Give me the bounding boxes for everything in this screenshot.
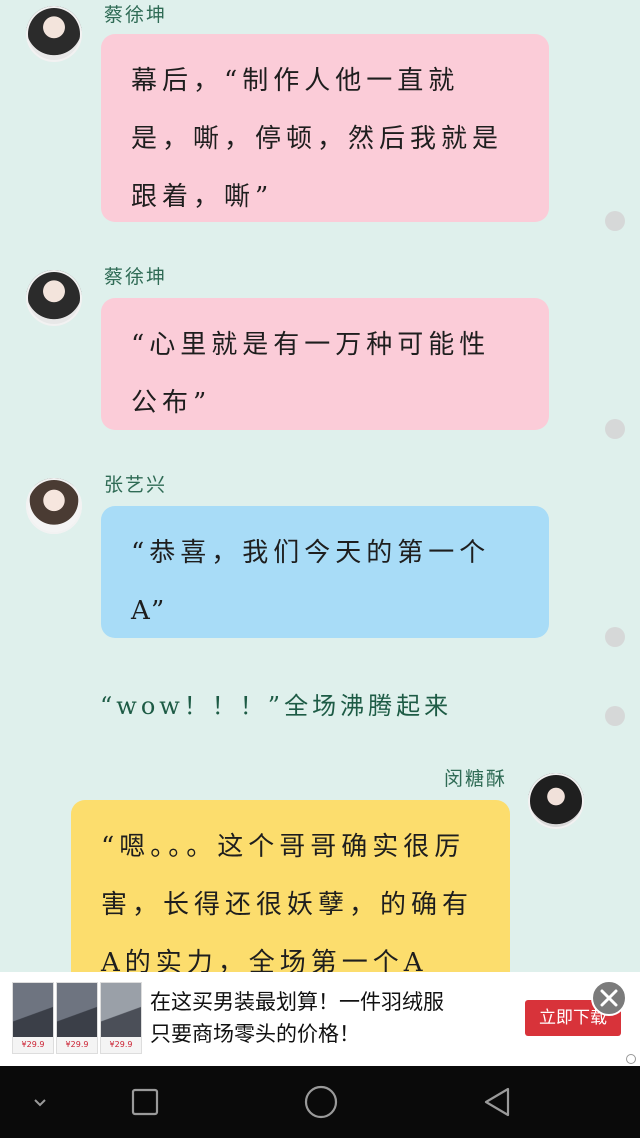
more-dot-icon[interactable] xyxy=(605,706,625,726)
ad-product-image[interactable]: ¥29.9 xyxy=(56,982,98,1054)
message-bubble[interactable]: “嗯。。。这个哥哥确实很厉害，长得还很妖孽，的确有A的实力，全场第一个A xyxy=(71,800,510,972)
sender-name: 张艺兴 xyxy=(104,474,168,496)
ad-price-tag: ¥29.9 xyxy=(57,1037,97,1053)
back-icon[interactable] xyxy=(482,1086,514,1118)
chevron-down-icon[interactable] xyxy=(32,1094,48,1110)
sender-name: 蔡徐坤 xyxy=(104,4,168,26)
ad-subline: 只要商场零头的价格！ xyxy=(150,1022,360,1046)
home-icon[interactable] xyxy=(304,1085,338,1119)
sender-name: 蔡徐坤 xyxy=(104,266,168,288)
message-bubble[interactable]: “心里就是有一万种可能性公布” xyxy=(101,298,549,430)
avatar-sender-3[interactable] xyxy=(26,478,82,534)
sender-name: 闵糖酥 xyxy=(444,768,508,790)
ad-price-tag: ¥29.9 xyxy=(101,1037,141,1053)
ad-product-image[interactable]: ¥29.9 xyxy=(100,982,142,1054)
more-dot-icon[interactable] xyxy=(605,419,625,439)
message-bubble[interactable]: “恭喜，我们今天的第一个A” xyxy=(101,506,549,638)
ad-banner[interactable]: ¥29.9 ¥29.9 ¥29.9 在这买男装最划算！一件羽绒服 只要商场零头的… xyxy=(0,972,640,1066)
avatar-sender-2[interactable] xyxy=(26,270,82,326)
close-icon[interactable] xyxy=(591,980,627,1016)
more-dot-icon[interactable] xyxy=(605,627,625,647)
ad-info-icon[interactable] xyxy=(626,1054,636,1064)
recents-icon[interactable] xyxy=(131,1088,159,1116)
more-dot-icon[interactable] xyxy=(605,211,625,231)
ad-text[interactable]: 在这买男装最划算！一件羽绒服 只要商场零头的价格！ xyxy=(150,986,510,1050)
message-bubble[interactable]: 幕后，“制作人他一直就是，嘶，停顿，然后我就是跟着，嘶” xyxy=(101,34,549,222)
avatar-sender-4[interactable] xyxy=(528,773,584,829)
ad-price-tag: ¥29.9 xyxy=(13,1037,53,1053)
ad-product-image[interactable]: ¥29.9 xyxy=(12,982,54,1054)
navigation-bar xyxy=(0,1066,640,1138)
narration-text: “wow！！！”全场沸腾起来 xyxy=(100,692,453,720)
avatar-sender-1[interactable] xyxy=(26,6,82,62)
ad-headline: 在这买男装最划算！一件羽绒服 xyxy=(150,990,444,1014)
chat-area[interactable]: 蔡徐坤 幕后，“制作人他一直就是，嘶，停顿，然后我就是跟着，嘶” 蔡徐坤 “心里… xyxy=(0,0,640,972)
